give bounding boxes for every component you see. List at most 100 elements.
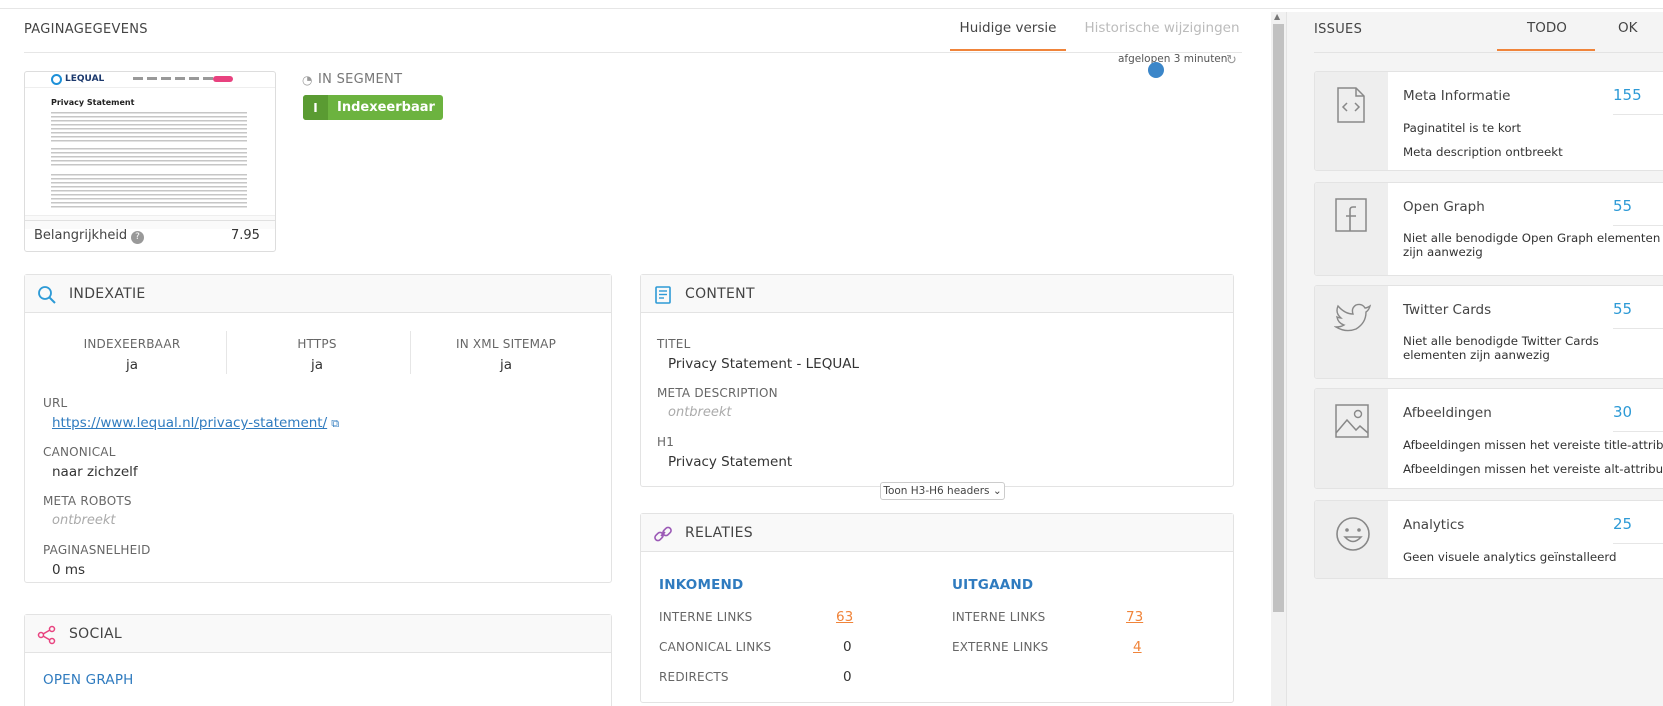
count-divider (1613, 431, 1663, 432)
link-icon (654, 526, 672, 542)
outgoing-internal-value[interactable]: 73 (1126, 609, 1143, 625)
issue-afbeeldingen[interactable]: Afbeeldingen 30 Afbeeldingen missen het … (1314, 388, 1663, 489)
outgoing-external-value[interactable]: 4 (1133, 639, 1142, 655)
segment-label: IN SEGMENT (318, 72, 403, 87)
page-speed-label: PAGINASNELHEID (43, 543, 151, 557)
active-tab-indicator (1497, 49, 1595, 51)
thumbnail-text (51, 112, 247, 142)
card-title: RELATIES (685, 525, 753, 541)
count-divider (1613, 543, 1663, 544)
scrollbar-thumb[interactable] (1273, 24, 1284, 612)
card-header: SOCIAL (25, 615, 611, 653)
tab-ok[interactable]: OK (1618, 20, 1637, 36)
thumbnail-cookie-bar (25, 215, 275, 229)
url-link[interactable]: https://www.lequal.nl/privacy-statement/ (52, 415, 327, 431)
issues-title: ISSUES (1314, 22, 1363, 37)
thumbnail-heading: Privacy Statement (51, 98, 135, 107)
issue-count: 55 (1613, 197, 1633, 215)
facebook-icon (1335, 198, 1367, 232)
issue-message: Afbeeldingen missen het vereiste title-a… (1403, 438, 1663, 452)
active-tab-indicator (950, 49, 1066, 51)
indexable-value: ja (125, 357, 139, 373)
badge-text: Indexeerbaar (337, 100, 435, 115)
incoming-internal-label: INTERNE LINKS (659, 610, 753, 624)
code-file-icon (1337, 87, 1365, 123)
toggle-headers-button[interactable]: Toon H3-H6 headers ⌄ (880, 482, 1005, 500)
top-border (0, 8, 1663, 9)
toggle-headers-label: Toon H3-H6 headers (883, 485, 990, 497)
url-row: https://www.lequal.nl/privacy-statement/… (52, 415, 339, 431)
issue-analytics[interactable]: Analytics 25 Geen visuele analytics geïn… (1314, 500, 1663, 579)
url-label: URL (43, 396, 68, 410)
outgoing-heading: UITGAAND (952, 577, 1034, 593)
open-graph-heading: OPEN GRAPH (43, 672, 134, 688)
incoming-heading: INKOMEND (659, 577, 744, 593)
issue-icon-box (1315, 183, 1388, 275)
document-icon (655, 286, 671, 304)
thumbnail-logo: LEQUAL (65, 74, 105, 84)
chevron-down-icon: ⌄ (992, 485, 1002, 497)
issue-count: 55 (1613, 300, 1633, 318)
search-icon (38, 286, 56, 304)
tab-current-version[interactable]: Huidige versie (950, 20, 1066, 36)
issue-title: Open Graph (1403, 199, 1485, 215)
thumbnail-text (51, 148, 247, 168)
share-icon (37, 625, 56, 645)
card-title: SOCIAL (69, 626, 122, 642)
issue-message: Meta description ontbreekt (1403, 145, 1563, 159)
last-updated-status: afgelopen 3 minuten (1118, 53, 1228, 65)
indexable-label: INDEXEERBAAR (83, 337, 181, 351)
importance-value: 7.95 (231, 228, 260, 243)
tab-todo[interactable]: TODO (1527, 20, 1567, 36)
incoming-canonical-value: 0 (843, 639, 852, 655)
issue-count: 155 (1613, 86, 1642, 104)
outgoing-external-label: EXTERNE LINKS (952, 640, 1049, 654)
card-header: RELATIES (641, 514, 1233, 552)
issue-open-graph[interactable]: Open Graph 55 Niet alle benodigde Open G… (1314, 182, 1663, 276)
incoming-redirects-label: REDIRECTS (659, 670, 729, 684)
canonical-value: naar zichzelf (52, 464, 138, 480)
issue-message: Niet alle benodigde Open Graph elementen… (1403, 231, 1661, 259)
logo-icon (51, 74, 62, 85)
issue-message: Afbeeldingen missen het vereiste alt-att… (1403, 462, 1663, 476)
thumbnail-nav-links (133, 77, 223, 80)
canonical-label: CANONICAL (43, 445, 116, 459)
card-title: CONTENT (685, 286, 755, 302)
tab-history[interactable]: Historische wijzigingen (1074, 20, 1250, 36)
relaties-card: RELATIES INKOMEND INTERNE LINKS 63 CANON… (640, 513, 1234, 703)
https-label: HTTPS (297, 337, 337, 351)
help-icon[interactable]: ? (131, 231, 144, 244)
issue-meta-informatie[interactable]: Meta Informatie 155 Paginatitel is te ko… (1314, 71, 1663, 171)
meta-description-label: META DESCRIPTION (657, 386, 778, 400)
count-divider (1613, 328, 1663, 329)
refresh-icon[interactable]: ↻ (1226, 53, 1237, 68)
card-header: INDEXATIE (25, 275, 611, 313)
segment-badge[interactable]: I Indexeerbaar (303, 95, 443, 120)
count-divider (1613, 114, 1663, 115)
thumbnail-text (51, 174, 247, 210)
issue-twitter-cards[interactable]: Twitter Cards 55 Niet alle benodigde Twi… (1314, 285, 1663, 379)
pie-chart-icon: ◔ (302, 73, 313, 87)
badge-letter: I (303, 95, 328, 120)
meta-description-value: ontbreekt (668, 405, 732, 420)
scroll-up-icon[interactable]: ▲ (1274, 12, 1280, 21)
twitter-icon (1334, 303, 1372, 332)
issue-message: Niet alle benodigde Twitter Cards elemen… (1403, 334, 1599, 362)
incoming-canonical-label: CANONICAL LINKS (659, 640, 772, 654)
external-link-icon[interactable]: ⧉ (331, 417, 339, 430)
incoming-internal-value[interactable]: 63 (836, 609, 853, 625)
loading-indicator (1148, 62, 1164, 78)
page-thumbnail[interactable]: LEQUAL Privacy Statement (24, 71, 276, 252)
https-value: ja (310, 357, 324, 373)
page-speed-value: 0 ms (52, 562, 86, 578)
issue-icon-box (1315, 389, 1388, 488)
thumbnail-cta (213, 76, 233, 82)
image-icon (1335, 404, 1369, 438)
meta-robots-label: META ROBOTS (43, 494, 132, 508)
page-title: PAGINAGEGEVENS (24, 22, 148, 37)
issue-message: Geen visuele analytics geïnstalleerd (1403, 550, 1617, 564)
sitemap-value: ja (499, 357, 513, 373)
meta-robots-value: ontbreekt (52, 513, 116, 528)
issues-tab-divider (1314, 52, 1663, 53)
title-label: TITEL (657, 337, 691, 351)
